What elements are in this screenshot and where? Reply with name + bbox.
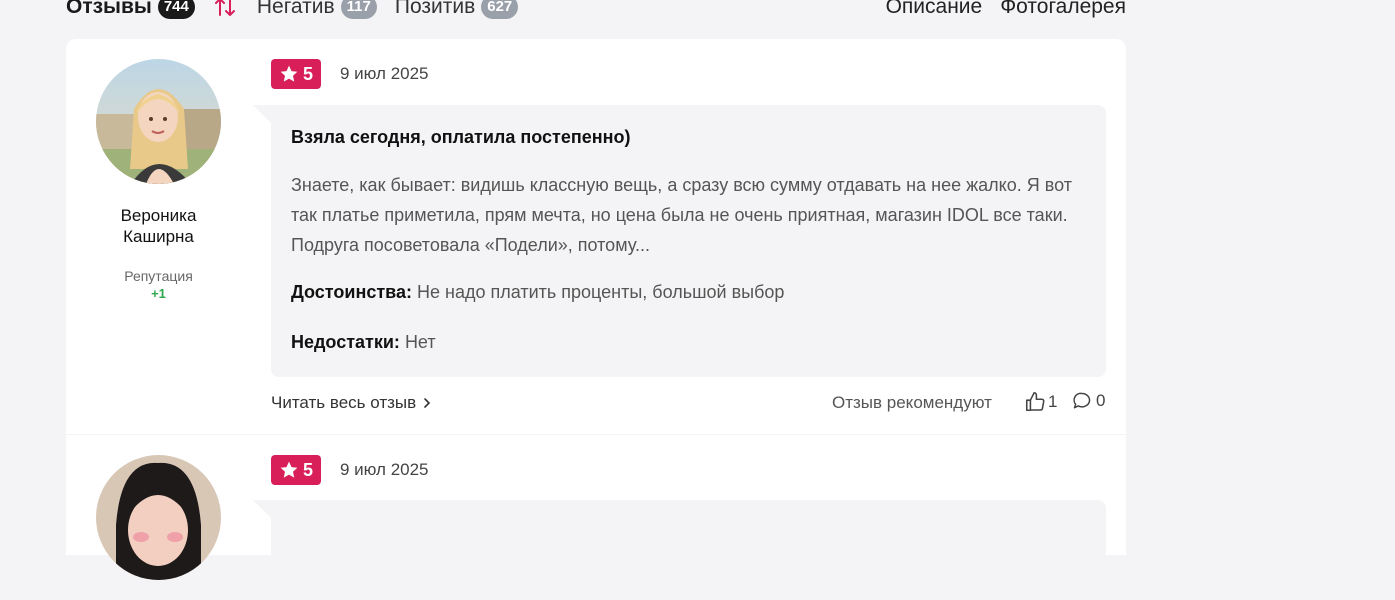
star-icon bbox=[280, 461, 298, 478]
review-pros: Достоинства: Не надо платить проценты, б… bbox=[291, 282, 784, 303]
author-name[interactable]: Вероника Каширна bbox=[96, 205, 221, 247]
recommend-label: Отзыв рекомендуют bbox=[832, 393, 992, 412]
review-text: Знаете, как бывает: видишь классную вещь… bbox=[291, 175, 1072, 255]
review-card: Вероника Каширна Репутация +1 5 9 июл 20… bbox=[66, 39, 1126, 434]
rating-badge: 5 bbox=[271, 59, 322, 89]
tab-positive-label: Позитив bbox=[394, 0, 476, 18]
chevron-right-icon bbox=[424, 398, 431, 408]
read-full-review-link[interactable]: Читать весь отзыв bbox=[271, 393, 432, 413]
sort-arrows-icon[interactable] bbox=[213, 0, 237, 19]
cons-label: Недостатки: bbox=[291, 332, 400, 352]
review-date-second: 9 июл 2025 bbox=[340, 460, 429, 479]
rating-badge-second: 5 bbox=[271, 455, 322, 485]
review-date: 9 июл 2025 bbox=[340, 64, 429, 83]
review-cons: Недостатки: Нет bbox=[291, 332, 436, 353]
review-body-second bbox=[253, 500, 1106, 600]
link-description[interactable]: Описание bbox=[886, 0, 983, 19]
rating-value: 5 bbox=[303, 63, 314, 84]
tab-negative[interactable]: Негатив 117 bbox=[257, 0, 377, 19]
avatar[interactable] bbox=[96, 59, 221, 184]
tab-positive-count: 627 bbox=[481, 0, 519, 19]
tab-negative-label: Негатив bbox=[256, 0, 335, 18]
thumbs-up-icon bbox=[1025, 392, 1045, 412]
tab-reviews[interactable]: Отзывы 744 bbox=[66, 0, 195, 19]
pros-text: Не надо платить проценты, большой выбор bbox=[417, 282, 785, 302]
reputation-label: Репутация bbox=[124, 268, 193, 284]
tab-negative-count: 117 bbox=[340, 0, 377, 19]
section-links: Описание Фотогалерея bbox=[886, 0, 1126, 19]
comment-icon bbox=[1073, 392, 1091, 409]
rating-value-second: 5 bbox=[303, 459, 314, 480]
link-gallery[interactable]: Фотогалерея bbox=[1000, 0, 1126, 19]
like-button[interactable]: 1 bbox=[1024, 391, 1057, 413]
review-title[interactable]: Взяла сегодня, оплатила постепенно) bbox=[291, 127, 630, 148]
like-count: 1 bbox=[1048, 392, 1058, 411]
review-tabs-bar: Отзывы 744 Негатив 117 Позитив 627 Описа… bbox=[66, 0, 1126, 24]
tab-reviews-label: Отзывы bbox=[66, 0, 152, 18]
star-icon bbox=[280, 65, 298, 82]
avatar-second[interactable] bbox=[96, 455, 221, 580]
read-more-label: Читать весь отзыв bbox=[271, 393, 417, 412]
review-body: Взяла сегодня, оплатила постепенно) Знае… bbox=[253, 105, 1106, 377]
tab-reviews-count: 744 bbox=[157, 0, 195, 19]
comments-button[interactable]: 0 bbox=[1072, 391, 1105, 411]
cons-text: Нет bbox=[404, 332, 436, 352]
comment-count: 0 bbox=[1096, 391, 1106, 410]
pros-label: Достоинства: bbox=[291, 282, 412, 302]
tab-positive[interactable]: Позитив 627 bbox=[394, 0, 519, 19]
review-card-second: 5 9 июл 2025 bbox=[66, 435, 1126, 600]
reputation-value: +1 bbox=[151, 286, 166, 301]
